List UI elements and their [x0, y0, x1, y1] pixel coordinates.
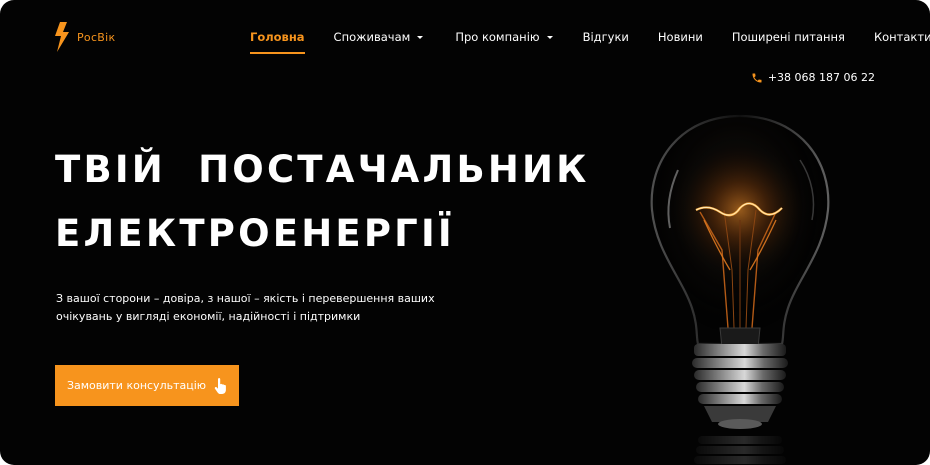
hero-title: ТВІЙ ПОСТАЧАЛЬНИК ЕЛЕКТРОЕНЕРГІЇ: [55, 138, 590, 266]
nav-item-label: Споживачам: [333, 30, 411, 44]
nav-item-label: Новини: [657, 30, 703, 44]
nav-item-contacts[interactable]: Контакти: [874, 30, 930, 44]
phone-number: +38 068 187 06 22: [767, 71, 875, 84]
phone-icon: [752, 73, 762, 82]
nav-item-label: Відгуки: [582, 30, 629, 44]
nav-item-label: Головна: [250, 30, 305, 44]
logo[interactable]: РосВік: [53, 22, 115, 52]
nav-item-reviews[interactable]: Відгуки: [583, 30, 629, 44]
hand-pointer-icon: [214, 377, 226, 394]
hero-title-line-1: ТВІЙ ПОСТАЧАЛЬНИК: [55, 148, 590, 191]
nav-item-faq[interactable]: Поширені питання: [732, 30, 845, 44]
hero-subtitle-line-2: очікувань у вигляді економії, надійності…: [56, 309, 361, 323]
nav-item-home[interactable]: Головна: [250, 30, 305, 54]
light-bulb-image: [650, 114, 830, 464]
chevron-down-icon: [546, 35, 553, 39]
nav-item-about[interactable]: Про компанію: [455, 30, 553, 44]
order-consultation-button[interactable]: Замовити консультацію: [55, 365, 239, 406]
hero-subtitle: З вашої сторони – довіра, з нашої – якіс…: [56, 290, 436, 325]
nav-item-label: Про компанію: [455, 30, 540, 44]
lightning-bolt-icon: [55, 22, 69, 52]
nav-item-consumers[interactable]: Споживачам: [334, 30, 424, 44]
nav-item-label: Поширені питання: [731, 30, 845, 44]
nav-item-news[interactable]: Новини: [658, 30, 703, 44]
hero-title-line-2: ЕЛЕКТРОЕНЕРГІЇ: [55, 212, 455, 255]
chevron-down-icon: [417, 35, 424, 39]
cta-label: Замовити консультацію: [66, 379, 207, 392]
nav-item-label: Контакти: [873, 30, 930, 44]
hero-subtitle-line-1: З вашої сторони – довіра, з нашої – якіс…: [56, 292, 435, 305]
phone-link[interactable]: +38 068 187 06 22: [751, 71, 875, 84]
main-nav: Головна Споживачам Про компанію Відгуки …: [250, 30, 930, 54]
brand-name: РосВік: [77, 30, 116, 44]
page-frame: РосВік Головна Споживачам Про компанію В…: [0, 0, 930, 465]
